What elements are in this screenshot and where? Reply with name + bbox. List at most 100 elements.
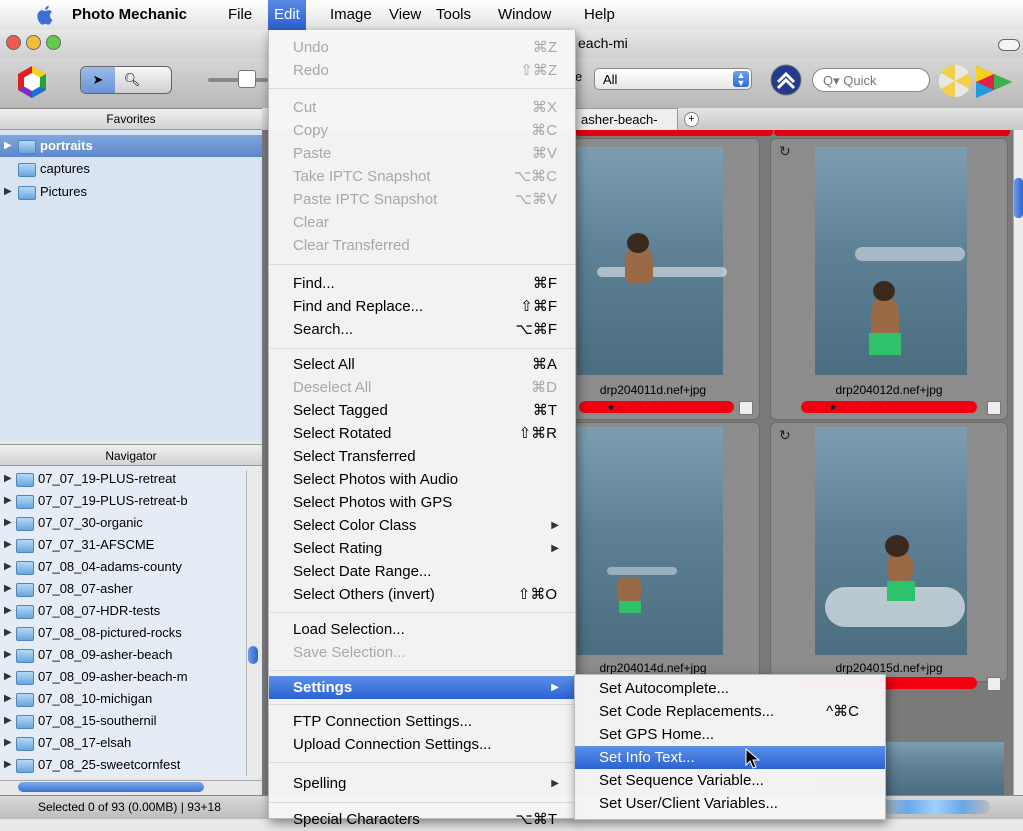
menu-item-load-selection[interactable]: Load Selection... bbox=[269, 618, 575, 641]
apple-menu-icon[interactable] bbox=[36, 4, 56, 26]
rotate-icon[interactable]: ↻ bbox=[779, 427, 791, 444]
menu-item-select-rating[interactable]: Select Rating ▶ bbox=[269, 537, 575, 560]
menu-item-select-color-class[interactable]: Select Color Class ▶ bbox=[269, 514, 575, 537]
menu-item-upload-connection-settings[interactable]: Upload Connection Settings... bbox=[269, 733, 575, 756]
navigator-item[interactable]: ▶ 07_07_19-PLUS-retreat bbox=[0, 468, 262, 490]
disclosure-triangle-icon[interactable]: ▶ bbox=[4, 135, 12, 157]
submenu-item-set-gps-home[interactable]: Set GPS Home... bbox=[575, 723, 885, 746]
navigator-item[interactable]: ▶ 07_08_10-michigan bbox=[0, 688, 262, 710]
navigator-item[interactable]: ▶ 07_08_08-pictured-rocks bbox=[0, 622, 262, 644]
submenu-item-set-autocomplete[interactable]: Set Autocomplete... bbox=[575, 677, 885, 700]
arrow-tool-icon[interactable]: ➤ bbox=[81, 67, 115, 93]
menu-item-select-others-invert[interactable]: Select Others (invert) ⇧⌘O bbox=[269, 583, 575, 606]
disclosure-triangle-icon[interactable]: ▶ bbox=[4, 578, 12, 600]
up-navigation-icon[interactable] bbox=[770, 64, 802, 96]
navigator-header[interactable]: Navigator bbox=[0, 444, 262, 466]
edit-menu[interactable]: Edit bbox=[268, 0, 306, 30]
disclosure-triangle-icon[interactable]: ▶ bbox=[4, 512, 12, 534]
navigator-item[interactable]: ▶ 07_07_31-AFSCME bbox=[0, 534, 262, 556]
menu-item-spelling[interactable]: Spelling ▶ bbox=[269, 772, 575, 795]
disclosure-triangle-icon[interactable]: ▶ bbox=[4, 490, 12, 512]
submenu-item-set-sequence-variable[interactable]: Set Sequence Variable... bbox=[575, 769, 885, 792]
menu-item-ftp-connection-settings[interactable]: FTP Connection Settings... bbox=[269, 710, 575, 733]
navigator-item[interactable]: ▶ 07_08_15-southernil bbox=[0, 710, 262, 732]
menu-item-select-photos-with-audio[interactable]: Select Photos with Audio bbox=[269, 468, 575, 491]
photo-thumbnail[interactable] bbox=[815, 147, 967, 375]
navigator-item[interactable]: ▶ 07_08_04-adams-county bbox=[0, 556, 262, 578]
view-menu[interactable]: View bbox=[383, 0, 427, 30]
close-window-button[interactable] bbox=[6, 35, 21, 50]
navigator-item[interactable]: ▶ 07_08_09-asher-beach-m bbox=[0, 666, 262, 688]
horizontal-scroll-thumb[interactable] bbox=[18, 782, 204, 792]
rotate-icon[interactable]: ↻ bbox=[779, 143, 791, 160]
color-class-icon[interactable] bbox=[974, 64, 1014, 100]
submenu-item-set-user-client-variables[interactable]: Set User/Client Variables... bbox=[575, 792, 885, 815]
file-menu[interactable]: File bbox=[222, 0, 258, 30]
contact-sheet-scroll-thumb[interactable] bbox=[1014, 178, 1023, 218]
favorites-item-pictures[interactable]: ▶ Pictures bbox=[0, 181, 262, 203]
menu-item-select-date-range[interactable]: Select Date Range... bbox=[269, 560, 575, 583]
navigator-item[interactable]: ▶ 07_08_25-sweetcornfest bbox=[0, 754, 262, 776]
navigator-scroll-thumb[interactable] bbox=[248, 646, 258, 664]
minimize-window-button[interactable] bbox=[26, 35, 41, 50]
photo-cell[interactable]: drp204011d.nef+jpg ★····· bbox=[568, 138, 760, 420]
photo-cell[interactable]: drp204014d.nef+jpg bbox=[568, 422, 760, 682]
navigator-item[interactable]: ▶ 07_08_09-asher-beach bbox=[0, 644, 262, 666]
submenu-item-set-code-replacements[interactable]: Set Code Replacements... ^⌘C bbox=[575, 700, 885, 723]
menu-item-find[interactable]: Find... ⌘F bbox=[269, 272, 575, 295]
toolbar-toggle-button[interactable] bbox=[998, 39, 1020, 51]
disclosure-triangle-icon[interactable]: ▶ bbox=[4, 732, 12, 754]
filter-select[interactable]: All ▲ ▼ bbox=[594, 68, 752, 90]
tab-asher-beach[interactable]: asher-beach-mi bbox=[574, 108, 678, 149]
zoom-window-button[interactable] bbox=[46, 35, 61, 50]
photo-thumbnail[interactable] bbox=[577, 147, 727, 375]
rating-bar[interactable]: ★····· bbox=[801, 401, 977, 413]
contact-sheet-scrollbar[interactable] bbox=[1013, 130, 1023, 795]
disclosure-triangle-icon[interactable]: ▶ bbox=[4, 710, 12, 732]
menu-item-select-all[interactable]: Select All ⌘A bbox=[269, 353, 575, 376]
menu-item-special-characters[interactable]: Special Characters ⌥⌘T bbox=[269, 808, 575, 831]
photo-cell[interactable]: ↻ drp204015d.nef+jpg bbox=[770, 422, 1008, 691]
menu-item-select-rotated[interactable]: Select Rotated ⇧⌘R bbox=[269, 422, 575, 445]
disclosure-triangle-icon[interactable]: ▶ bbox=[4, 556, 12, 578]
disclosure-triangle-icon[interactable]: ▶ bbox=[4, 534, 12, 556]
navigator-item[interactable]: ▶ 07_08_07-HDR-tests bbox=[0, 600, 262, 622]
disclosure-triangle-icon[interactable]: ▶ bbox=[4, 666, 12, 688]
menu-item-select-photos-with-gps[interactable]: Select Photos with GPS bbox=[269, 491, 575, 514]
disclosure-triangle-icon[interactable]: ▶ bbox=[4, 754, 12, 776]
navigator-scrollbar[interactable] bbox=[246, 470, 259, 776]
add-tab-icon[interactable]: + bbox=[684, 112, 699, 127]
disclosure-triangle-icon[interactable]: ▶ bbox=[4, 622, 12, 644]
favorites-header[interactable]: Favorites bbox=[0, 109, 262, 130]
photo-cell[interactable]: ↻ drp204012d.nef+jpg ★····· bbox=[770, 138, 1008, 420]
tools-menu[interactable]: Tools bbox=[430, 0, 477, 30]
photo-mechanic-logo-icon[interactable] bbox=[14, 64, 50, 100]
disclosure-triangle-icon[interactable]: ▶ bbox=[4, 181, 12, 203]
menu-item-select-tagged[interactable]: Select Tagged ⌘T bbox=[269, 399, 575, 422]
navigator-item[interactable]: ▶ 07_08_17-elsah bbox=[0, 732, 262, 754]
tag-checkbox[interactable] bbox=[987, 677, 1001, 691]
window-menu[interactable]: Window bbox=[492, 0, 557, 30]
image-menu[interactable]: Image bbox=[324, 0, 378, 30]
help-menu[interactable]: Help bbox=[578, 0, 621, 30]
disclosure-triangle-icon[interactable]: ▶ bbox=[4, 644, 12, 666]
menu-item-find-and-replace[interactable]: Find and Replace... ⇧⌘F bbox=[269, 295, 575, 318]
disclosure-triangle-icon[interactable]: ▶ bbox=[4, 600, 12, 622]
slider-knob[interactable] bbox=[238, 70, 256, 88]
navigator-item[interactable]: ▶ 07_07_30-organic bbox=[0, 512, 262, 534]
disclosure-triangle-icon[interactable]: ▶ bbox=[4, 688, 12, 710]
navigator-item[interactable]: ▶ 07_07_19-PLUS-retreat-b bbox=[0, 490, 262, 512]
disclosure-triangle-icon[interactable]: ▶ bbox=[4, 468, 12, 490]
zoom-tool-icon[interactable]: 🔍︎ bbox=[115, 67, 149, 93]
photo-thumbnail[interactable] bbox=[815, 427, 967, 655]
rating-bar[interactable]: ★····· bbox=[579, 401, 734, 413]
favorites-item-portraits[interactable]: ▶ portraits bbox=[0, 135, 262, 157]
tag-checkbox[interactable] bbox=[739, 401, 753, 415]
menu-item-settings[interactable]: Settings ▶ bbox=[269, 676, 575, 699]
photo-thumbnail[interactable] bbox=[577, 427, 723, 655]
quick-search-field[interactable]: Q▾ Quick bbox=[812, 68, 930, 92]
menu-item-search[interactable]: Search... ⌥⌘F bbox=[269, 318, 575, 341]
navigator-item[interactable]: ▶ 07_08_07-asher bbox=[0, 578, 262, 600]
menu-item-select-transferred[interactable]: Select Transferred bbox=[269, 445, 575, 468]
favorites-item-captures[interactable]: captures bbox=[0, 158, 262, 180]
